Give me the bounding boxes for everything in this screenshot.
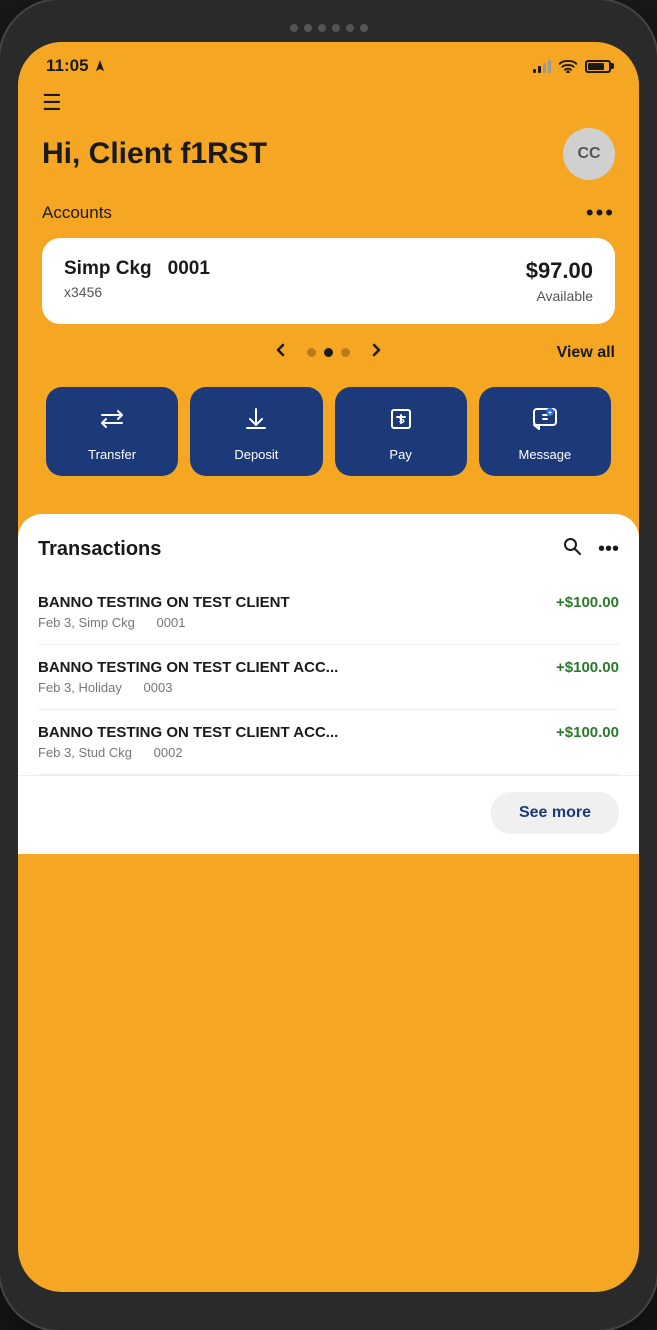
view-all-link[interactable]: View all [557, 344, 615, 362]
signal-icon [533, 59, 551, 73]
tx-sub: Feb 3, Simp Ckg 0001 [38, 615, 290, 630]
carousel-dot-1 [307, 348, 316, 357]
see-more-button[interactable]: See more [491, 792, 619, 834]
account-balance: $97.00 [526, 258, 593, 284]
location-icon [93, 59, 107, 73]
pay-label: Pay [389, 447, 411, 462]
status-bar: 11:05 [18, 42, 639, 82]
message-icon: + [531, 405, 559, 437]
transactions-title: Transactions [38, 538, 161, 561]
transfer-label: Transfer [88, 447, 136, 462]
table-row[interactable]: BANNO TESTING ON TEST CLIENT Feb 3, Simp… [38, 580, 619, 645]
menu-icon[interactable]: ☰ [42, 90, 615, 116]
account-card[interactable]: Simp Ckg 0001 x3456 $97.00 Available [42, 238, 615, 324]
carousel-prev[interactable] [265, 338, 297, 367]
greeting-row: Hi, Client f1RST CC [42, 128, 615, 180]
transactions-search-icon[interactable] [562, 536, 582, 562]
status-time: 11:05 [46, 56, 107, 76]
tx-amount: +$100.00 [556, 724, 619, 741]
account-available: Available [526, 288, 593, 304]
message-button[interactable]: + Message [479, 387, 611, 476]
transfer-icon [98, 405, 126, 437]
status-icons [533, 59, 611, 73]
message-label: Message [519, 447, 572, 462]
tx-left: BANNO TESTING ON TEST CLIENT Feb 3, Simp… [38, 594, 290, 630]
wifi-icon [559, 59, 577, 73]
account-left: Simp Ckg 0001 x3456 [64, 258, 210, 300]
tx-name: BANNO TESTING ON TEST CLIENT [38, 594, 290, 611]
transactions-section: Transactions ••• BANNO TESTING ON TEST C… [18, 514, 639, 854]
tx-name: BANNO TESTING ON TEST CLIENT ACC... [38, 659, 338, 676]
transactions-more-icon[interactable]: ••• [598, 538, 619, 561]
tx-sub: Feb 3, Stud Ckg 0002 [38, 745, 338, 760]
see-more-row: See more [38, 776, 619, 854]
deposit-label: Deposit [234, 447, 278, 462]
carousel-nav: View all [42, 338, 615, 367]
svg-text:$: $ [399, 415, 405, 426]
tx-sub: Feb 3, Holiday 0003 [38, 680, 338, 695]
tx-name: BANNO TESTING ON TEST CLIENT ACC... [38, 724, 338, 741]
transactions-icons: ••• [562, 536, 619, 562]
carousel-dot-2 [324, 348, 333, 357]
account-number: 0001 [168, 258, 210, 280]
avatar[interactable]: CC [563, 128, 615, 180]
tx-left: BANNO TESTING ON TEST CLIENT ACC... Feb … [38, 659, 338, 695]
phone-notch [18, 18, 639, 42]
deposit-icon [242, 405, 270, 437]
carousel-dot-3 [341, 348, 350, 357]
transactions-header: Transactions ••• [38, 536, 619, 562]
pay-button[interactable]: $ Pay [335, 387, 467, 476]
accounts-label: Accounts [42, 203, 112, 223]
greeting-text: Hi, Client f1RST [42, 137, 267, 171]
tx-amount: +$100.00 [556, 659, 619, 676]
carousel-dots [307, 348, 350, 357]
transfer-button[interactable]: Transfer [46, 387, 178, 476]
accounts-more-button[interactable]: ••• [586, 200, 615, 226]
account-name: Simp Ckg [64, 258, 152, 280]
tx-amount: +$100.00 [556, 594, 619, 611]
header: ☰ Hi, Client f1RST CC Accounts ••• Simp … [18, 82, 639, 492]
carousel-next[interactable] [360, 338, 392, 367]
accounts-header: Accounts ••• [42, 200, 615, 226]
account-sub: x3456 [64, 284, 210, 300]
pay-icon: $ [387, 405, 415, 437]
account-right: $97.00 Available [526, 258, 593, 304]
table-row[interactable]: BANNO TESTING ON TEST CLIENT ACC... Feb … [38, 710, 619, 775]
notch-dots [290, 24, 368, 32]
phone-frame: 11:05 [0, 0, 657, 1330]
battery-icon [585, 60, 611, 73]
tx-left: BANNO TESTING ON TEST CLIENT ACC... Feb … [38, 724, 338, 760]
action-buttons: Transfer Deposit [42, 387, 615, 476]
table-row[interactable]: BANNO TESTING ON TEST CLIENT ACC... Feb … [38, 645, 619, 710]
deposit-button[interactable]: Deposit [190, 387, 322, 476]
svg-text:+: + [548, 410, 552, 417]
phone-screen: 11:05 [18, 42, 639, 1292]
